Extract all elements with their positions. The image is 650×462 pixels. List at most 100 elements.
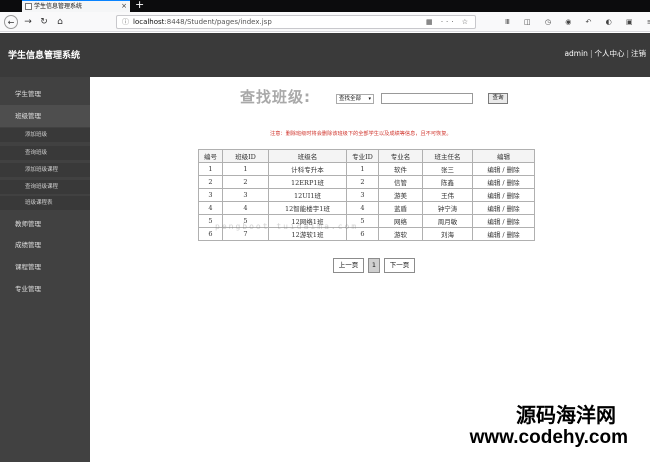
delete-link[interactable]: 删除 [507,205,520,213]
action-separator: / [502,205,505,213]
cell-teacher: 王伟 [422,188,473,202]
column-header: 班级ID [222,149,269,163]
table-row: 2 2 12ERP1班 2 信管 陈鑫 编辑 / 删除 [198,175,535,189]
search-scope-value: 查找全部 [339,96,362,102]
watermark-brand-url: www.codehy.com [469,427,628,448]
action-separator: / [502,192,505,200]
cell-major-id: 2 [346,175,379,189]
cell-class-name: 计科专升本 [268,162,347,176]
prev-page-button[interactable]: 上一页 [333,258,364,273]
cell-major-id: 4 [346,201,379,215]
column-header: 班主任名 [422,149,473,163]
cell-major-name: 软件 [378,162,423,176]
next-page-button[interactable]: 下一页 [384,258,415,273]
browser-tab[interactable]: 学生信息管理系统 × [22,0,130,12]
cell-teacher: 周月敏 [422,214,473,228]
edit-link[interactable]: 编辑 [487,218,500,226]
edit-link[interactable]: 编辑 [487,166,500,174]
cell-no: 2 [198,175,223,189]
search-scope-select[interactable]: 查找全部 ▾ [336,94,374,104]
search-button[interactable]: 查询 [488,93,508,104]
sidebar-item-majors[interactable]: 专业管理 [0,278,90,300]
back-arrow-icon[interactable]: ← [4,15,18,29]
cell-major-name: 信管 [378,175,423,189]
chevron-down-icon: ▾ [368,96,371,102]
address-bar-actions-icon[interactable]: ▦ ··· ☆ [426,16,471,28]
search-input[interactable] [381,93,473,104]
column-header: 专业名 [378,149,423,163]
cell-major-name: 网络 [378,214,423,228]
cell-no: 3 [198,188,223,202]
edit-link[interactable]: 编辑 [487,192,500,200]
cell-class-id: 2 [222,175,269,189]
action-separator: / [502,179,505,187]
cell-actions: 编辑 / 删除 [472,227,535,241]
sidebar-subitem-query-class-course[interactable]: 查询班级课程 [0,180,90,194]
sidebar-item-classes[interactable]: 班级管理 [0,105,90,127]
user-bar: admin | 个人中心 | 注销 [564,49,646,58]
sidebar: 学生管理 班级管理 添加班级 查询班级 添加班级课程 查询班级课程 班级课程表 … [0,77,90,462]
action-separator: / [502,231,505,239]
close-tab-icon[interactable]: × [121,1,127,12]
edit-link[interactable]: 编辑 [487,231,500,239]
cell-class-name: 12UI1班 [268,188,347,202]
cell-actions: 编辑 / 删除 [472,201,535,215]
delete-link[interactable]: 删除 [507,231,520,239]
sidebar-item-students[interactable]: 学生管理 [0,83,90,105]
sidebar-item-courses[interactable]: 课程管理 [0,256,90,278]
sidebar-subitem-class-timetable[interactable]: 班级课程表 [0,196,90,210]
toolbar-extension-icons[interactable]: Ⅲ ◫ ◷ ◉ ↶ ◐ ▣ ≡ [505,15,650,29]
cell-teacher: 钟宁涛 [422,201,473,215]
table-row: 4 4 12智能楼宇1班 4 蓝盾 钟宁涛 编辑 / 删除 [198,201,535,215]
action-separator: / [502,166,505,174]
delete-link[interactable]: 删除 [507,166,520,174]
cell-actions: 编辑 / 删除 [472,175,535,189]
sidebar-subitem-query-class[interactable]: 查询班级 [0,146,90,160]
app-title: 学生信息管理系统 [8,51,81,61]
reload-icon[interactable]: ↻ [38,15,50,29]
cell-major-name: 蓝盾 [378,201,423,215]
address-bar[interactable]: ⓘ localhost:8448/Student/pages/index.jsp… [116,15,476,29]
browser-tab-bar: 学生信息管理系统 × + [0,0,650,12]
cell-class-id: 1 [222,162,269,176]
forward-arrow-icon[interactable]: → [22,15,34,29]
sidebar-subitem-add-class[interactable]: 添加班级 [0,128,90,142]
logout-link[interactable]: 注销 [631,49,646,58]
url-path: :8448/Student/pages/index.jsp [164,18,272,26]
edit-link[interactable]: 编辑 [487,205,500,213]
cell-major-id: 3 [346,188,379,202]
delete-link[interactable]: 删除 [507,179,520,187]
username-link[interactable]: admin [564,49,588,58]
new-tab-button[interactable]: + [135,0,144,11]
cell-teacher: 陈鑫 [422,175,473,189]
personal-center-link[interactable]: 个人中心 [594,49,624,58]
cell-class-name: 12智能楼宇1班 [268,201,347,215]
cell-no: 4 [198,201,223,215]
cell-teacher: 刘海 [422,227,473,241]
delete-link[interactable]: 删除 [507,192,520,200]
cell-major-name: 游软 [378,227,423,241]
column-header: 班级名 [268,149,347,163]
cell-class-id: 3 [222,188,269,202]
browser-tab-title: 学生信息管理系统 [34,3,83,10]
app-header: 学生信息管理系统 admin | 个人中心 | 注销 [0,33,650,77]
home-icon[interactable]: ⌂ [54,15,66,29]
sidebar-item-grades[interactable]: 成绩管理 [0,234,90,256]
page-favicon-icon [25,3,32,10]
delete-warning-notice: 注意：删除班级时将会删除该班级下的全部学生以及成绩等信息，且不可恢复。 [270,131,452,137]
sidebar-item-teachers[interactable]: 教师管理 [0,213,90,235]
watermark-brand-name: 源码海洋网 [516,403,616,427]
table-row: 3 3 12UI1班 3 游美 王伟 编辑 / 删除 [198,188,535,202]
edit-link[interactable]: 编辑 [487,179,500,187]
site-info-icon[interactable]: ⓘ [122,16,129,28]
url-host: localhost [133,18,165,26]
column-header: 编辑 [472,149,535,163]
cell-major-id: 1 [346,162,379,176]
delete-link[interactable]: 删除 [507,218,520,226]
cell-class-name: 12ERP1班 [268,175,347,189]
cell-actions: 编辑 / 删除 [472,214,535,228]
current-page-button[interactable]: 1 [368,258,380,273]
column-header: 编号 [198,149,223,163]
sidebar-subitem-add-class-course[interactable]: 添加班级课程 [0,163,90,177]
table-row: 1 1 计科专升本 1 软件 张三 编辑 / 删除 [198,162,535,176]
